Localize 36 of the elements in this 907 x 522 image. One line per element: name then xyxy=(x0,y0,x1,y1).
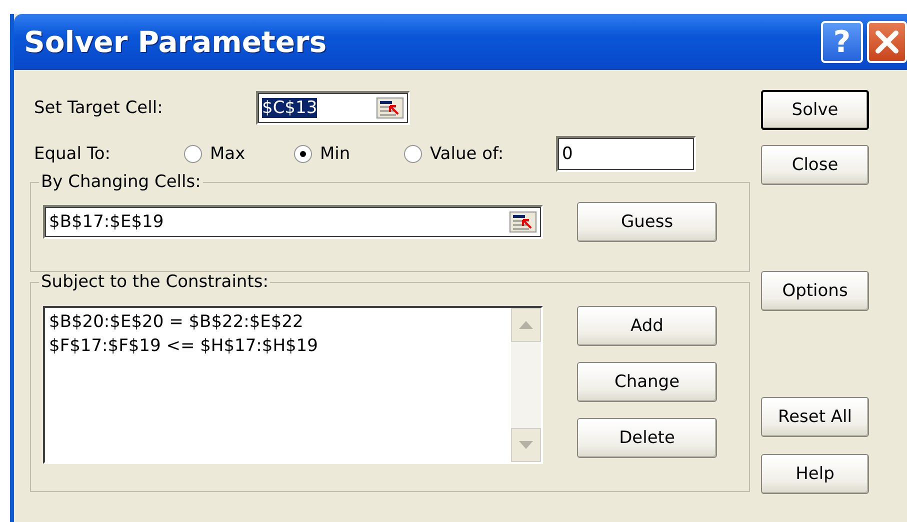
dialog-button[interactable]: Close xyxy=(761,145,869,185)
radio-button[interactable] xyxy=(404,145,422,163)
help-button[interactable]: ? xyxy=(821,21,863,63)
close-button[interactable] xyxy=(867,21,907,63)
radio-label: Min xyxy=(320,144,350,164)
value-field[interactable]: 0 xyxy=(556,136,696,172)
target-cell-field[interactable]: $C$13 xyxy=(256,91,410,125)
scroll-down-button[interactable] xyxy=(511,428,541,462)
constraint-button[interactable]: Change xyxy=(577,362,717,402)
scroll-up-button[interactable] xyxy=(511,308,541,342)
equal-to-label: Equal To: xyxy=(34,144,112,164)
range-select-icon[interactable] xyxy=(376,97,404,119)
group-label: By Changing Cells: xyxy=(40,172,202,192)
field-value: $B$17:$E$19 xyxy=(49,212,164,232)
constraint-item[interactable]: $B$20:$E$20 = $B$22:$E$22 xyxy=(49,310,507,334)
radio-label: Value of: xyxy=(430,144,504,164)
up-arrow-icon xyxy=(519,321,533,329)
group-label: Subject to the Constraints: xyxy=(40,272,270,292)
dialog-button[interactable]: Help xyxy=(761,454,869,494)
scrollbar[interactable] xyxy=(511,308,541,462)
field-value: $C$13 xyxy=(262,98,318,118)
target-cell-label: Set Target Cell: xyxy=(34,98,164,118)
dialog-button[interactable]: Reset All xyxy=(761,397,869,437)
constraint-button[interactable]: Delete xyxy=(577,418,717,458)
window-title: Solver Parameters xyxy=(23,25,327,59)
constraint-item[interactable]: $F$17:$F$19 <= $H$17:$H$19 xyxy=(49,334,507,358)
radio-button[interactable] xyxy=(294,145,312,163)
dialog-button[interactable]: Solve xyxy=(761,90,869,130)
down-arrow-icon xyxy=(519,441,533,449)
constraint-button[interactable]: Add xyxy=(577,306,717,346)
radio-label: Max xyxy=(210,144,246,164)
dialog-button[interactable]: Options xyxy=(761,271,869,311)
guess-button[interactable]: Guess xyxy=(577,202,717,242)
radio-button[interactable] xyxy=(184,145,202,163)
changing-cells-field[interactable]: $B$17:$E$19 xyxy=(43,205,543,239)
range-select-icon[interactable] xyxy=(509,211,537,233)
